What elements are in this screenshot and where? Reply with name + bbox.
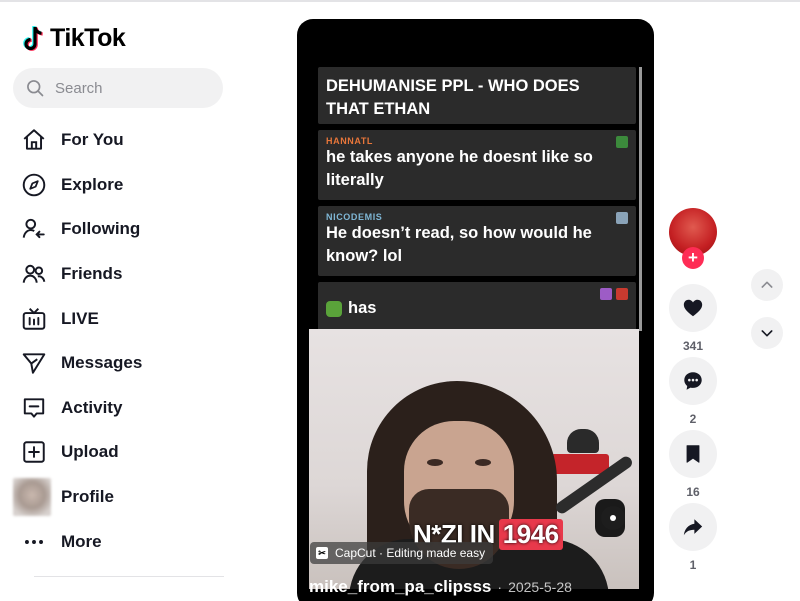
heart-icon <box>683 299 703 317</box>
chat-message: has <box>318 282 636 331</box>
capcut-icon: ✂ <box>316 547 328 559</box>
sidebar-item-label: Activity <box>61 397 123 417</box>
profile-avatar <box>13 478 51 517</box>
person-eye <box>427 459 443 466</box>
sidebar-item-live[interactable]: LIVE <box>13 296 228 341</box>
video-player[interactable]: DEHUMANISE PPL - WHO DOES THAT ETHAN HAN… <box>297 19 654 601</box>
sidebar: TikTok For You Explore Following <box>0 0 240 601</box>
sidebar-divider <box>34 576 224 577</box>
person-eye <box>475 459 491 466</box>
logo-text: TikTok <box>50 24 126 52</box>
sidebar-item-messages[interactable]: Messages <box>13 341 228 386</box>
date-separator: · <box>497 579 503 595</box>
following-icon <box>20 215 48 243</box>
chat-message-text: has <box>348 299 377 317</box>
upload-plus-icon <box>20 438 48 466</box>
home-icon <box>20 126 48 154</box>
sidebar-item-label: Upload <box>61 442 119 462</box>
sidebar-item-label: Messages <box>61 353 143 373</box>
share-arrow-icon <box>683 519 703 536</box>
chat-overlay: DEHUMANISE PPL - WHO DOES THAT ETHAN HAN… <box>309 67 636 331</box>
chat-message-row: has <box>326 297 626 320</box>
save-count: 16 <box>686 485 700 499</box>
comment-count: 2 <box>689 412 697 426</box>
emote-icon <box>326 300 342 317</box>
video-author-info: mike_from_pa_clipsss · 2025-5-28 <box>309 577 572 597</box>
share-button[interactable] <box>669 503 717 551</box>
chevron-up-icon <box>761 281 773 288</box>
chat-badge-icon <box>616 288 628 300</box>
search-input[interactable] <box>55 79 215 97</box>
tiktok-logo-icon <box>23 25 43 51</box>
chat-message: NICODEMIS He doesn’t read, so how would … <box>318 206 636 276</box>
sidebar-item-label: More <box>61 531 102 551</box>
bookmark-icon <box>686 445 700 463</box>
previous-video-button[interactable] <box>751 269 783 301</box>
sidebar-item-label: For You <box>61 130 124 150</box>
sidebar-item-following[interactable]: Following <box>13 207 228 252</box>
chat-message: DEHUMANISE PPL - WHO DOES THAT ETHAN <box>318 67 636 124</box>
creator-avatar[interactable]: + <box>669 208 717 269</box>
background-object <box>551 454 609 474</box>
sidebar-item-upload[interactable]: Upload <box>13 430 228 475</box>
comment-icon <box>684 372 702 390</box>
sidebar-item-activity[interactable]: Activity <box>13 386 228 431</box>
send-icon <box>20 349 48 377</box>
friends-icon <box>20 260 48 288</box>
post-date: 2025-5-28 <box>508 579 572 595</box>
sidebar-item-friends[interactable]: Friends <box>13 252 228 297</box>
chat-username <box>326 288 626 297</box>
activity-icon <box>20 394 48 422</box>
tiktok-logo[interactable]: TikTok <box>22 24 126 53</box>
next-video-nav <box>751 317 783 349</box>
sidebar-item-label: Explore <box>61 174 124 194</box>
follow-button[interactable]: + <box>682 247 704 269</box>
author-name[interactable]: mike_from_pa_clipsss <box>309 577 491 597</box>
like-button[interactable] <box>669 284 717 332</box>
chat-badge-icon <box>600 288 612 300</box>
search-icon <box>27 80 44 97</box>
background-object <box>567 429 599 453</box>
video-action-bar: + 341 2 16 1 <box>669 208 719 572</box>
chat-message-text: He doesn’t read, so how would he know? l… <box>326 224 592 265</box>
sidebar-item-explore[interactable]: Explore <box>13 163 228 208</box>
compass-icon <box>20 171 48 199</box>
chat-username: NICODEMIS <box>326 212 383 222</box>
sidebar-item-label: Friends <box>61 264 123 284</box>
chat-badge-icon <box>616 136 628 148</box>
more-dots-icon <box>20 528 48 556</box>
capcut-badge[interactable]: ✂ CapCut · Editing made easy <box>310 542 494 564</box>
sidebar-item-label: Following <box>61 219 141 239</box>
chat-message: HANNATL he takes anyone he doesnt like s… <box>318 130 636 200</box>
chat-badge-icon <box>616 212 628 224</box>
search-bar[interactable] <box>13 68 223 108</box>
chat-username: HANNATL <box>326 136 374 146</box>
video-control-button[interactable] <box>601 506 625 530</box>
sidebar-item-more[interactable]: More <box>13 519 228 564</box>
chat-scrollbar <box>639 67 642 331</box>
caption-highlight: 1946 <box>498 519 563 550</box>
like-count: 341 <box>682 339 704 353</box>
next-video-button[interactable] <box>751 317 783 349</box>
sidebar-item-label: Profile <box>61 487 114 507</box>
chat-message-text: DEHUMANISE PPL - WHO DOES THAT ETHAN <box>326 77 580 118</box>
capcut-label: CapCut · Editing made easy <box>335 546 486 560</box>
chevron-down-icon <box>761 330 773 337</box>
comment-button[interactable] <box>669 357 717 405</box>
share-count: 1 <box>689 558 697 572</box>
sidebar-item-for-you[interactable]: For You <box>13 118 228 163</box>
sidebar-item-profile[interactable]: Profile <box>13 475 228 520</box>
save-button[interactable] <box>669 430 717 478</box>
prev-video-nav <box>751 269 783 301</box>
chat-message-text: he takes anyone he doesnt like so litera… <box>326 148 593 189</box>
live-tv-icon <box>20 305 48 333</box>
sidebar-nav: For You Explore Following Friends LIVE M… <box>13 118 228 564</box>
sidebar-item-label: LIVE <box>61 308 99 328</box>
